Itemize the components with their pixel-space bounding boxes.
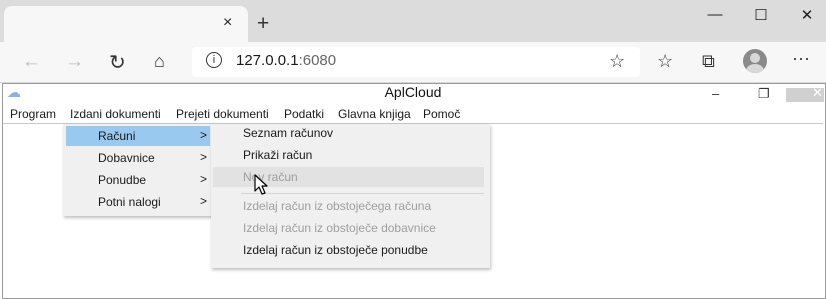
submenu-item-potni-nalogi[interactable]: Potni nalogi > — [66, 192, 210, 212]
menu-pomoc[interactable]: Pomoč — [423, 107, 460, 121]
tab-close-icon[interactable]: × — [223, 14, 232, 32]
menu-item-iz-obstojece-dobavnice[interactable]: Izdelaj račun iz obstoječe dobavnice — [213, 218, 484, 238]
submenu-item-ponudbe[interactable]: Ponudbe > — [66, 170, 210, 190]
window-close-button[interactable]: ✕ — [784, 6, 826, 30]
submenu-item-label: Ponudbe — [98, 173, 147, 187]
menu-podatki[interactable]: Podatki — [284, 107, 324, 121]
menu-item-prikazi-racun[interactable]: Prikaži račun — [213, 145, 484, 165]
menu-item-iz-obstojece-ponudbe[interactable]: Izdelaj račun iz obstoječe ponudbe — [213, 240, 484, 260]
app-restore-button[interactable]: ❐ — [758, 86, 770, 102]
chevron-right-icon: > — [200, 172, 208, 186]
url-text[interactable]: 127.0.0.1:6080 — [236, 52, 336, 69]
submenu-item-label: Potni nalogi — [98, 195, 161, 209]
submenu-item-label: Dobavnice — [98, 151, 155, 165]
menu-item-seznam-racunov[interactable]: Seznam računov — [213, 123, 484, 143]
menu-separator — [241, 193, 484, 194]
more-icon[interactable]: ··· — [792, 48, 810, 69]
menu-prejeti-dokumenti[interactable]: Prejeti dokumenti — [176, 107, 269, 121]
star-icon[interactable]: ☆ — [609, 51, 625, 72]
close-icon: ✕ — [812, 85, 823, 100]
menu-item-label: Nov račun — [243, 170, 298, 184]
info-icon[interactable]: i — [206, 52, 222, 68]
refresh-icon[interactable]: ↻ — [109, 50, 126, 75]
menu-item-label: Izdelaj račun iz obstoječe dobavnice — [243, 221, 436, 235]
menu-glavna-knjiga[interactable]: Glavna knjiga — [338, 107, 411, 121]
window-maximize-button[interactable]: ☐ — [738, 6, 784, 30]
chevron-right-icon: > — [200, 150, 208, 164]
window-minimize-button[interactable]: — — [692, 6, 738, 30]
submenu-item-racuni[interactable]: Računi > — [66, 126, 210, 146]
menu-program[interactable]: Program — [10, 107, 56, 121]
chevron-right-icon: > — [200, 128, 208, 142]
home-icon[interactable]: ⌂ — [154, 51, 165, 72]
app-minimize-button[interactable]: – — [712, 86, 719, 101]
chevron-right-icon: > — [200, 194, 208, 208]
menu-item-label: Izdelaj račun iz obstoječe ponudbe — [243, 243, 428, 257]
new-tab-icon[interactable]: + — [257, 12, 269, 36]
menu-item-label: Izdelaj račun iz obstoječega računa — [243, 199, 432, 213]
mouse-cursor-icon — [254, 174, 268, 195]
browser-tab[interactable] — [4, 6, 248, 42]
collections-icon[interactable]: ⧉ — [702, 51, 715, 72]
menu-item-label: Seznam računov — [243, 126, 334, 140]
menu-item-iz-obstojecega-racuna[interactable]: Izdelaj račun iz obstoječega računa — [213, 196, 484, 216]
menu-item-label: Prikaži račun — [243, 148, 313, 162]
app-title: AplCloud — [384, 84, 442, 100]
submenu-item-dobavnice[interactable]: Dobavnice > — [66, 148, 210, 168]
forward-arrow-icon[interactable]: → — [65, 51, 84, 73]
back-arrow-icon[interactable]: ← — [22, 51, 41, 73]
profile-avatar[interactable] — [743, 49, 767, 73]
menu-izdani-dokumenti[interactable]: Izdani dokumenti — [70, 107, 161, 121]
favorites-icon[interactable]: ☆ — [657, 51, 673, 72]
submenu-item-label: Računi — [98, 129, 136, 143]
